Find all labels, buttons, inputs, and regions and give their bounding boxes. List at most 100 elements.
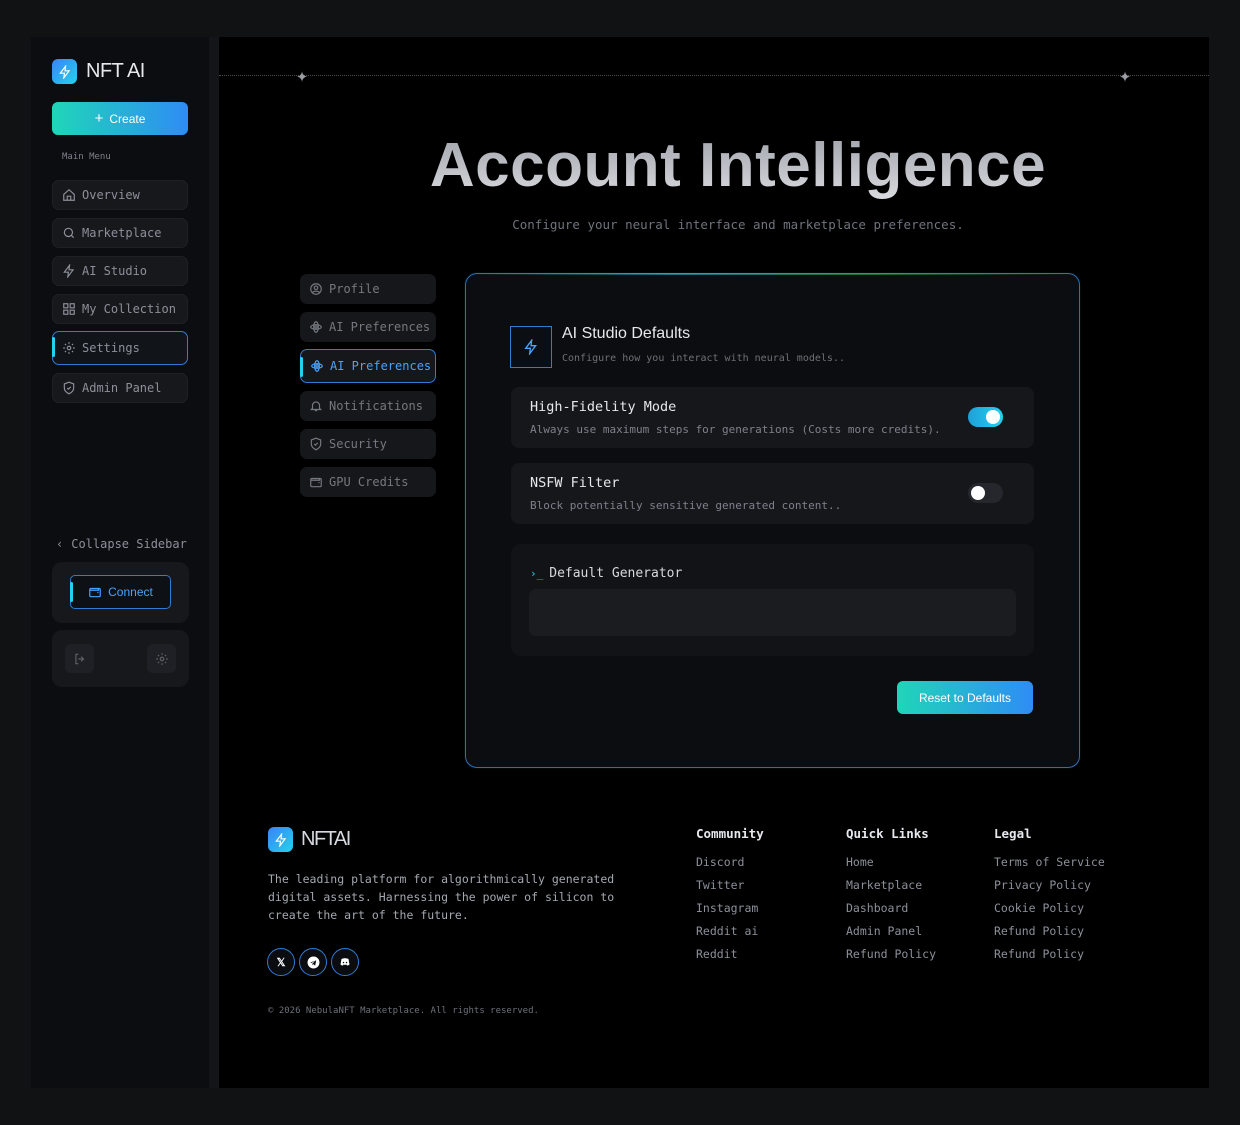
setting-title: NSFW Filter [530, 475, 620, 491]
sidebar-item-label: Settings [82, 341, 140, 355]
footer-link[interactable]: Home [846, 855, 874, 869]
discord-icon [340, 958, 350, 966]
high-fidelity-toggle[interactable] [968, 407, 1003, 427]
tab-label: GPU Credits [329, 475, 409, 489]
tab-label: AI Preferences [329, 320, 431, 334]
footer-heading-legal: Legal [994, 826, 1032, 841]
sidebar-item-label: AI Studio [82, 264, 148, 278]
footer-brand-name: NFTAI [301, 828, 351, 850]
user-circle-icon [310, 283, 322, 295]
sidebar-item-admin-panel[interactable]: Admin Panel [52, 373, 188, 403]
chevron-left-icon: ‹ [56, 537, 64, 551]
tab-label: Notifications [329, 399, 423, 413]
tab-security[interactable]: Security [300, 429, 436, 459]
panel-glow [465, 273, 1080, 275]
setting-high-fidelity: High-Fidelity Mode Always use maximum st… [511, 387, 1034, 448]
page-subtitle: Configure your neural interface and mark… [512, 217, 964, 232]
atom-icon [311, 360, 323, 372]
sidebar-item-settings[interactable]: Settings [52, 331, 188, 365]
gear-icon [63, 342, 75, 354]
settings-button[interactable] [147, 644, 176, 673]
setting-description: Always use maximum steps for generations… [530, 423, 941, 436]
tab-ai-preferences-active[interactable]: AI Preferences [300, 349, 436, 383]
tab-ai-preferences[interactable]: AI Preferences [300, 312, 436, 342]
social-telegram-button[interactable] [299, 948, 327, 976]
sidebar-divider [209, 37, 219, 1088]
create-button[interactable]: + Create [52, 102, 188, 135]
panel-title: AI Studio Defaults [562, 325, 691, 342]
footer-link[interactable]: Refund Policy [994, 924, 1084, 938]
lightning-icon [52, 59, 77, 84]
social-x-button[interactable]: 𝕏 [267, 948, 295, 976]
sidebar-item-my-collection[interactable]: My Collection [52, 294, 188, 324]
shield-icon [63, 381, 75, 395]
social-discord-button[interactable] [331, 948, 359, 976]
panel-subtitle: Configure how you interact with neural m… [562, 353, 845, 364]
sidebar-item-ai-studio[interactable]: AI Studio [52, 256, 188, 286]
atom-icon [310, 321, 322, 333]
wallet-icon [310, 477, 322, 488]
tab-label: AI Preferences [330, 359, 432, 373]
telegram-icon [307, 956, 319, 968]
sidebar-item-label: Marketplace [82, 226, 162, 240]
tab-label: Security [329, 437, 387, 451]
footer-link[interactable]: Cookie Policy [994, 901, 1084, 915]
reset-to-defaults-button[interactable]: Reset to Defaults [897, 681, 1033, 714]
setting-nsfw-filter: NSFW Filter Block potentially sensitive … [511, 463, 1034, 524]
sidebar-item-marketplace[interactable]: Marketplace [52, 218, 188, 248]
collapse-sidebar-button[interactable]: ‹ Collapse Sidebar [56, 537, 187, 551]
default-generator-label: ›_ Default Generator [530, 566, 683, 581]
footer-link[interactable]: Twitter [696, 878, 744, 892]
main-menu-label: Main Menu [62, 152, 111, 162]
footer-link[interactable]: Refund Policy [846, 947, 936, 961]
footer-link[interactable]: Admin Panel [846, 924, 922, 938]
brand-logo[interactable]: NFT AI [52, 59, 145, 84]
shield-icon [310, 437, 322, 451]
tab-profile[interactable]: Profile [300, 274, 436, 304]
footer-link[interactable]: Terms of Service [994, 855, 1105, 869]
sidebar-item-label: My Collection [82, 302, 176, 316]
footer-link[interactable]: Reddit ai [696, 924, 758, 938]
logout-button[interactable] [65, 644, 94, 673]
connect-button[interactable]: Connect [70, 575, 171, 609]
nsfw-filter-toggle[interactable] [968, 483, 1003, 503]
sparkle-icon: ✦ [1119, 63, 1132, 87]
footer-link[interactable]: Reddit [696, 947, 738, 961]
footer-heading-community: Community [696, 826, 764, 841]
lightning-icon [63, 264, 75, 278]
x-icon: 𝕏 [276, 956, 286, 969]
gear-icon [155, 652, 168, 665]
brand-name: NFT AI [86, 60, 145, 82]
tab-notifications[interactable]: Notifications [300, 391, 436, 421]
setting-description: Block potentially sensitive generated co… [530, 499, 842, 512]
toggle-knob [986, 410, 1000, 424]
terminal-icon: ›_ [530, 567, 544, 580]
home-icon [63, 188, 75, 201]
search-icon [63, 227, 75, 239]
footer-link[interactable]: Discord [696, 855, 744, 869]
footer-link[interactable]: Marketplace [846, 878, 922, 892]
sidebar-item-label: Overview [82, 188, 140, 202]
footer-link[interactable]: Refund Policy [994, 947, 1084, 961]
copyright: © 2026 NebulaNFT Marketplace. All rights… [268, 1006, 539, 1016]
sparkle-icon: ✦ [296, 63, 309, 87]
wallet-icon [89, 587, 101, 598]
default-generator-input[interactable] [529, 589, 1016, 636]
collapse-sidebar-label: Collapse Sidebar [71, 537, 187, 551]
header-divider [219, 75, 1209, 76]
sidebar-item-overview[interactable]: Overview [52, 180, 188, 210]
lightning-icon [268, 827, 293, 852]
footer-heading-quick-links: Quick Links [846, 826, 929, 841]
footer-logo[interactable]: NFTAI [268, 827, 351, 852]
bell-icon [309, 401, 323, 412]
sidebar-item-label: Admin Panel [82, 381, 162, 395]
connect-button-label: Connect [108, 585, 153, 599]
logout-icon [74, 653, 84, 664]
footer-link[interactable]: Instagram [696, 901, 758, 915]
footer-link[interactable]: Dashboard [846, 901, 908, 915]
tab-label: Profile [329, 282, 380, 296]
footer-link[interactable]: Privacy Policy [994, 878, 1091, 892]
tab-gpu-credits[interactable]: GPU Credits [300, 467, 436, 497]
lightning-icon [510, 326, 552, 368]
create-button-label: Create [109, 111, 146, 126]
